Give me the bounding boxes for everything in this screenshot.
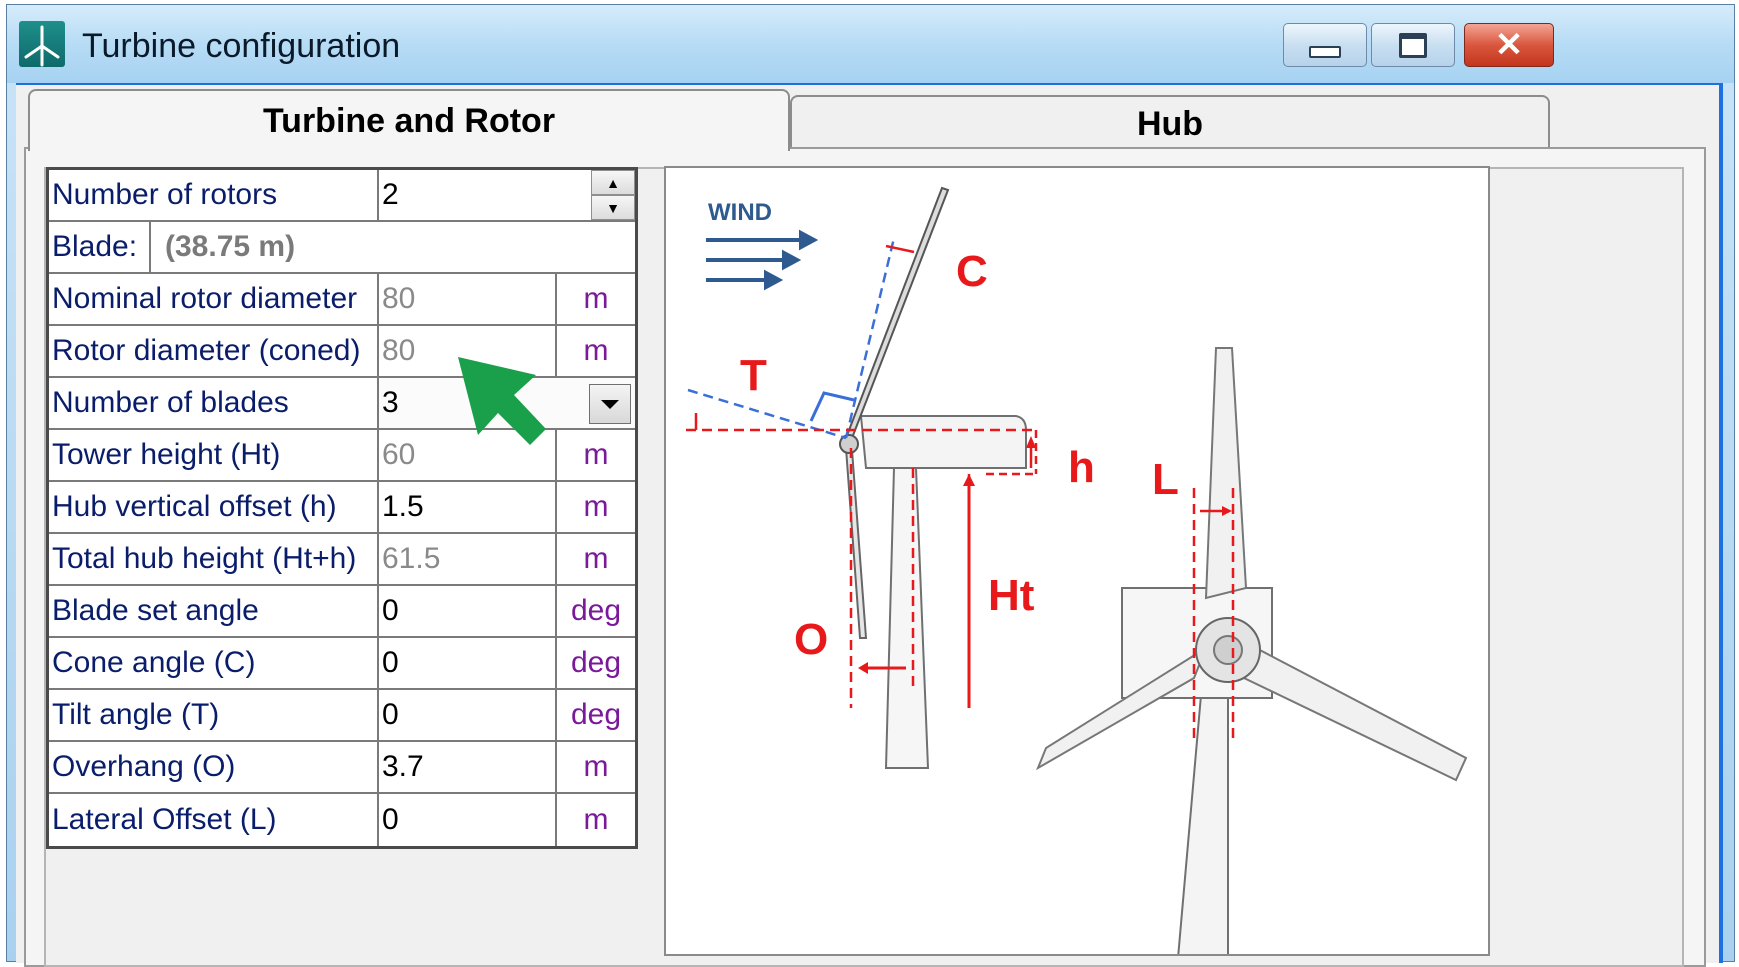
row-overhang: Overhang (O) 3.7 m [49,742,635,794]
number-of-rotors-value: 2 [382,178,399,211]
minimize-button[interactable] [1283,23,1367,67]
title-bar[interactable]: Turbine configuration ✕ [7,5,1734,83]
blade-set-angle-unit: deg [570,594,622,627]
nominal-rotor-diameter-label: Nominal rotor diameter [49,274,379,324]
row-hub-vertical-offset: Hub vertical offset (h) 1.5 m [49,482,635,534]
nominal-rotor-diameter-unit: m [583,282,609,315]
number-of-rotors-label: Number of rotors [49,170,379,220]
window-title: Turbine configuration [82,27,401,65]
row-total-hub-height: Total hub height (Ht+h) 61.5 m [49,534,635,586]
cone-angle-unit: deg [570,646,622,679]
number-of-blades-value: 3 [382,386,399,419]
spin-down-button[interactable]: ▼ [591,195,635,220]
row-number-of-rotors: Number of rotors 2 ▲ ▼ [49,170,635,222]
hub-vertical-offset-label: Hub vertical offset (h) [49,482,379,532]
cone-angle-label: Cone angle (C) [49,638,379,688]
tower-height-label: Tower height (Ht) [49,430,379,480]
row-blade: Blade: (38.75 m) [49,222,635,274]
tilt-label-T: T [740,351,767,400]
number-of-rotors-spinner[interactable]: ▲ ▼ [591,170,635,220]
tilt-angle-input[interactable]: 0 [379,690,557,740]
hub-vertical-offset-unit: m [583,490,609,523]
minimize-icon [1309,46,1341,58]
lateral-offset-label: Lateral Offset (L) [49,794,379,846]
spin-up-button[interactable]: ▲ [591,170,635,195]
turbine-properties-grid: Number of rotors 2 ▲ ▼ Blade: (38.75 m) [46,167,638,849]
cone-label-C: C [956,247,988,296]
row-cone-angle: Cone angle (C) 0 deg [49,638,635,690]
blade-set-angle-input[interactable]: 0 [379,586,557,636]
blade-selector[interactable]: (38.75 m) [151,222,295,272]
number-of-blades-dropdown-button[interactable] [589,384,631,424]
front-view-turbine [1035,347,1468,954]
overhang-unit: m [583,750,609,783]
number-of-blades-label: Number of blades [49,378,379,428]
blade-label: Blade: [49,222,151,272]
rotor-diameter-coned-label: Rotor diameter (coned) [49,326,379,376]
restore-icon [1399,32,1427,58]
overhang-label-O: O [794,615,828,664]
row-nominal-rotor-diameter: Nominal rotor diameter 80 m [49,274,635,326]
wind-arrows-icon [706,229,819,291]
tab-label: Hub [1136,104,1204,143]
lateral-offset-input[interactable]: 0 [379,794,557,846]
caret-up-icon: ▲ [606,174,620,191]
tab-page-turbine-and-rotor: Number of rotors 2 ▲ ▼ Blade: (38.75 m) [24,147,1706,967]
close-icon: ✕ [1494,26,1524,64]
overhang-input[interactable]: 3.7 [379,742,557,792]
maximize-button[interactable] [1371,23,1455,67]
caret-down-icon: ▼ [606,199,620,216]
turbine-diagram-svg: WIND C T h L Ht O [686,186,1468,954]
turbine-geometry-diagram: WIND C T h L Ht O [664,166,1490,956]
tower-height-unit: m [583,438,609,471]
number-of-rotors-input[interactable]: 2 ▲ ▼ [379,170,635,220]
tilt-angle-label: Tilt angle (T) [49,690,379,740]
overhang-label: Overhang (O) [49,742,379,792]
green-pointer-arrow-icon [458,357,558,457]
tab-turbine-and-rotor[interactable]: Turbine and Rotor [28,89,790,151]
nominal-rotor-diameter-value: 80 [379,274,557,324]
tab-hub[interactable]: Hub [790,95,1550,151]
close-button[interactable]: ✕ [1464,23,1554,67]
tower-height-label-Ht: Ht [988,571,1035,620]
row-blade-set-angle: Blade set angle 0 deg [49,586,635,638]
tilt-angle-unit: deg [570,698,622,731]
total-hub-height-label: Total hub height (Ht+h) [49,534,379,584]
hub-offset-label-h: h [1068,443,1095,492]
hub-vertical-offset-input[interactable]: 1.5 [379,482,557,532]
lateral-offset-unit: m [583,803,609,836]
turbine-app-icon [19,21,65,67]
lateral-offset-label-L: L [1152,455,1179,504]
rotor-diameter-coned-unit: m [583,334,609,367]
cone-angle-input[interactable]: 0 [379,638,557,688]
client-area: Turbine and Rotor Hub Number of rotors 2… [16,85,1719,967]
turbine-configuration-window: Turbine configuration ✕ Turbine and Roto… [6,4,1735,967]
wind-label: WIND [708,199,772,226]
row-tilt-angle: Tilt angle (T) 0 deg [49,690,635,742]
total-hub-height-unit: m [583,542,609,575]
total-hub-height-value: 61.5 [379,534,557,584]
blade-set-angle-label: Blade set angle [49,586,379,636]
chevron-down-icon [601,399,619,409]
tab-label: Turbine and Rotor [262,101,556,140]
row-lateral-offset: Lateral Offset (L) 0 m [49,794,635,846]
